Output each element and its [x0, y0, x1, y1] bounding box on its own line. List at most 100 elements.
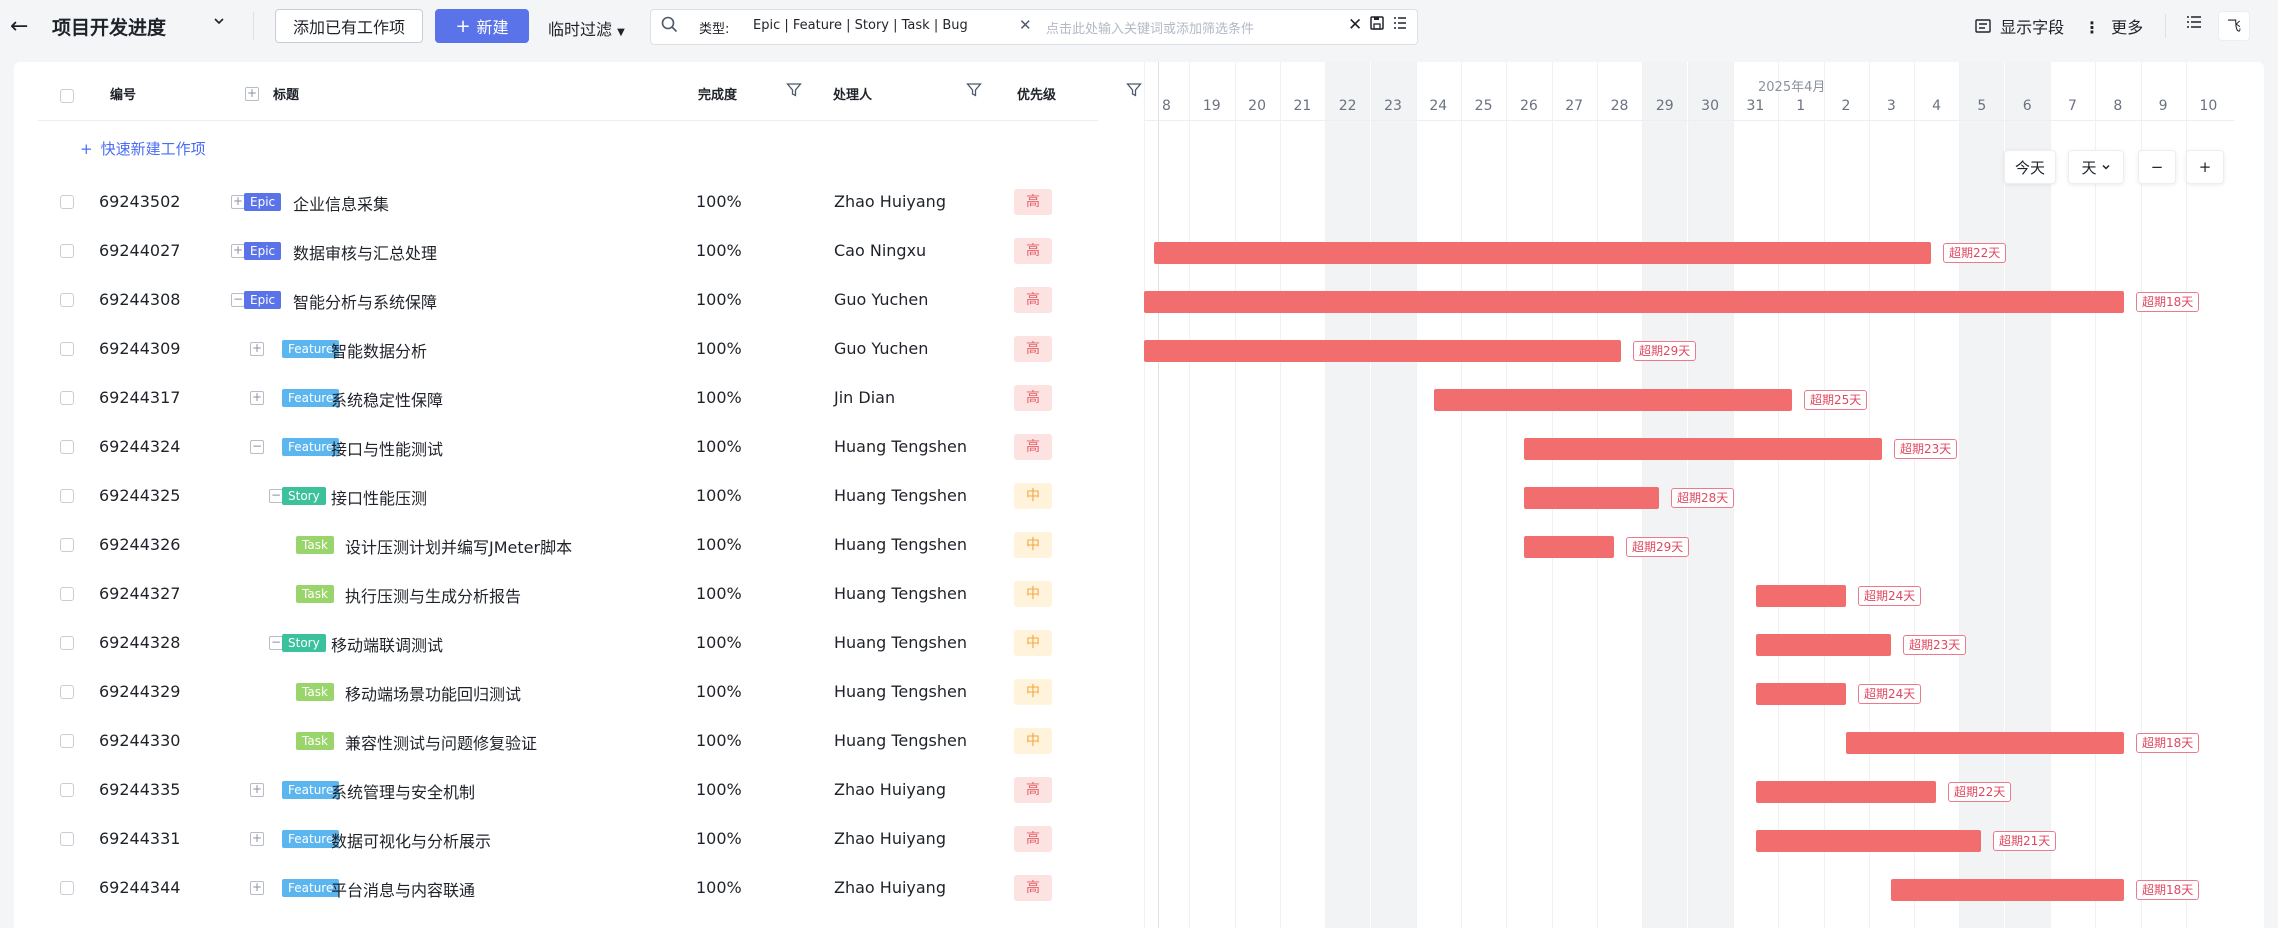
priority-badge[interactable]: 中	[1014, 581, 1052, 607]
collapse-icon[interactable]: −	[269, 489, 283, 503]
item-title[interactable]: 设计压测计划并编写JMeter脚本	[345, 534, 572, 558]
row-checkbox[interactable]	[60, 293, 74, 307]
item-assignee[interactable]: Guo Yuchen	[834, 339, 928, 358]
column-header-title[interactable]: 标题	[273, 84, 299, 103]
item-assignee[interactable]: Guo Yuchen	[834, 290, 928, 309]
priority-badge[interactable]: 中	[1014, 728, 1052, 754]
expand-icon[interactable]: +	[250, 342, 264, 356]
collapse-icon[interactable]: −	[269, 636, 283, 650]
gantt-bar[interactable]	[1434, 389, 1792, 411]
table-row[interactable]: 69244027 + Epic 数据审核与汇总处理 100% Cao Ningxu 高	[38, 227, 1098, 276]
table-row[interactable]: 69244324− Feature 接口与性能测试 100% Huang Tengshe…	[38, 423, 1098, 472]
row-checkbox[interactable]	[60, 342, 74, 356]
expand-icon[interactable]: +	[231, 244, 245, 258]
gantt-bar[interactable]	[1524, 487, 1659, 509]
row-checkbox[interactable]	[60, 734, 74, 748]
row-checkbox[interactable]	[60, 685, 74, 699]
filter-funnel-icon[interactable]	[966, 82, 982, 98]
priority-badge[interactable]: 高	[1014, 434, 1052, 460]
item-title[interactable]: 执行压测与生成分析报告	[345, 583, 521, 607]
row-checkbox[interactable]	[60, 587, 74, 601]
column-header-priority[interactable]: 优先级	[1017, 84, 1056, 103]
expand-all-icon[interactable]: +	[245, 87, 259, 101]
gantt-bar[interactable]	[1891, 879, 2124, 901]
zoom-out-button[interactable]: −	[2138, 150, 2176, 184]
row-checkbox[interactable]	[60, 244, 74, 258]
table-row[interactable]: 69243502 + Epic 企业信息采集 100% Zhao Huiyang 高	[38, 178, 1098, 227]
row-checkbox[interactable]	[60, 538, 74, 552]
item-title[interactable]: 智能数据分析	[331, 338, 427, 362]
priority-badge[interactable]: 中	[1014, 679, 1052, 705]
row-checkbox[interactable]	[60, 636, 74, 650]
table-row[interactable]: 69244317 + Feature 系统稳定性保障 100% Jin Dian 高	[38, 374, 1098, 423]
item-title[interactable]: 接口与性能测试	[331, 436, 443, 460]
item-title[interactable]: 接口性能压测	[331, 485, 427, 509]
item-title[interactable]: 系统稳定性保障	[331, 387, 443, 411]
table-row[interactable]: 69244344 + Feature 平台消息与内容联通 100% Zhao Huiyan…	[38, 864, 1098, 913]
priority-badge[interactable]: 高	[1014, 189, 1052, 215]
zoom-in-button[interactable]: +	[2186, 150, 2224, 184]
collapse-icon[interactable]: −	[250, 440, 264, 454]
row-checkbox[interactable]	[60, 391, 74, 405]
priority-badge[interactable]: 中	[1014, 483, 1052, 509]
table-row[interactable]: 69244335 + Feature 系统管理与安全机制 100% Zhao Huiyan…	[38, 766, 1098, 815]
item-assignee[interactable]: Cao Ningxu	[834, 241, 926, 260]
priority-badge[interactable]: 高	[1014, 287, 1052, 313]
priority-badge[interactable]: 高	[1014, 385, 1052, 411]
clear-icon[interactable]: ✕	[1348, 15, 1362, 35]
item-title[interactable]: 平台消息与内容联通	[331, 877, 475, 901]
filter-funnel-icon[interactable]	[1126, 82, 1142, 98]
table-row[interactable]: 69244330 Task 兼容性测试与问题修复验证 100% Huang Tengsh…	[38, 717, 1098, 766]
row-checkbox[interactable]	[60, 881, 74, 895]
search-input[interactable]: 点击此处输入关键词或添加筛选条件	[1046, 18, 1254, 37]
item-assignee[interactable]: Zhao Huiyang	[834, 829, 946, 848]
expand-icon[interactable]: +	[250, 881, 264, 895]
back-arrow-icon[interactable]: ←	[10, 14, 28, 39]
table-row[interactable]: 69244328 − Story 移动端联调测试 100% Huang Tengshen 中	[38, 619, 1098, 668]
table-row[interactable]: 69244327 Task 执行压测与生成分析报告 100% Huang Tengshe…	[38, 570, 1098, 619]
item-title[interactable]: 兼容性测试与问题修复验证	[345, 730, 537, 754]
new-item-button[interactable]: + 新建	[435, 9, 529, 43]
priority-badge[interactable]: 中	[1014, 532, 1052, 558]
priority-badge[interactable]: 高	[1014, 875, 1052, 901]
item-assignee[interactable]: Zhao Huiyang	[834, 192, 946, 211]
row-checkbox[interactable]	[60, 783, 74, 797]
expand-icon[interactable]: +	[231, 195, 245, 209]
item-title[interactable]: 移动端场景功能回归测试	[345, 681, 521, 705]
item-assignee[interactable]: Huang Tengshen	[834, 682, 967, 701]
priority-badge[interactable]: 高	[1014, 826, 1052, 852]
today-button[interactable]: 今天	[2004, 150, 2056, 184]
collapse-icon[interactable]: −	[231, 293, 245, 307]
select-all-checkbox[interactable]	[60, 89, 74, 103]
row-checkbox[interactable]	[60, 440, 74, 454]
item-assignee[interactable]: Huang Tengshen	[834, 633, 967, 652]
item-title[interactable]: 系统管理与安全机制	[331, 779, 475, 803]
gantt-bar[interactable]	[1756, 634, 1891, 656]
item-assignee[interactable]: Zhao Huiyang	[834, 878, 946, 897]
time-scale-dropdown[interactable]: 天	[2068, 150, 2124, 184]
table-row[interactable]: 69244309 + Feature 智能数据分析 100% Guo Yuchen 高	[38, 325, 1098, 374]
remove-filter-icon[interactable]: ✕	[1019, 16, 1032, 34]
gantt-bar[interactable]	[1154, 242, 1931, 264]
gantt-bar[interactable]	[1144, 340, 1621, 362]
more-button[interactable]: ⋮ 更多	[2084, 14, 2143, 38]
gantt-bar[interactable]	[1756, 781, 1936, 803]
filter-funnel-icon[interactable]	[786, 82, 802, 98]
table-row[interactable]: 69244326 Task 设计压测计划并编写JMeter脚本 100% Huang T…	[38, 521, 1098, 570]
item-assignee[interactable]: Jin Dian	[834, 388, 895, 407]
row-checkbox[interactable]	[60, 489, 74, 503]
filter-type-values[interactable]: Epic | Feature | Story | Task | Bug	[753, 18, 968, 33]
table-row[interactable]: 69244308 − Epic 智能分析与系统保障 100% Guo Yuchen 高	[38, 276, 1098, 325]
show-fields-button[interactable]: 显示字段	[1975, 14, 2064, 38]
row-checkbox[interactable]	[60, 195, 74, 209]
quick-create-item-link[interactable]: + 快速新建工作项	[80, 138, 206, 159]
item-title[interactable]: 数据可视化与分析展示	[331, 828, 491, 852]
filter-list-icon[interactable]	[1392, 15, 1408, 36]
chevron-down-icon[interactable]	[212, 14, 226, 32]
add-existing-item-button[interactable]: 添加已有工作项	[275, 9, 423, 43]
gantt-bar[interactable]	[1756, 683, 1846, 705]
item-title[interactable]: 移动端联调测试	[331, 632, 443, 656]
column-header-assignee[interactable]: 处理人	[833, 84, 872, 103]
item-assignee[interactable]: Huang Tengshen	[834, 437, 967, 456]
gantt-bar[interactable]	[1144, 291, 2124, 313]
